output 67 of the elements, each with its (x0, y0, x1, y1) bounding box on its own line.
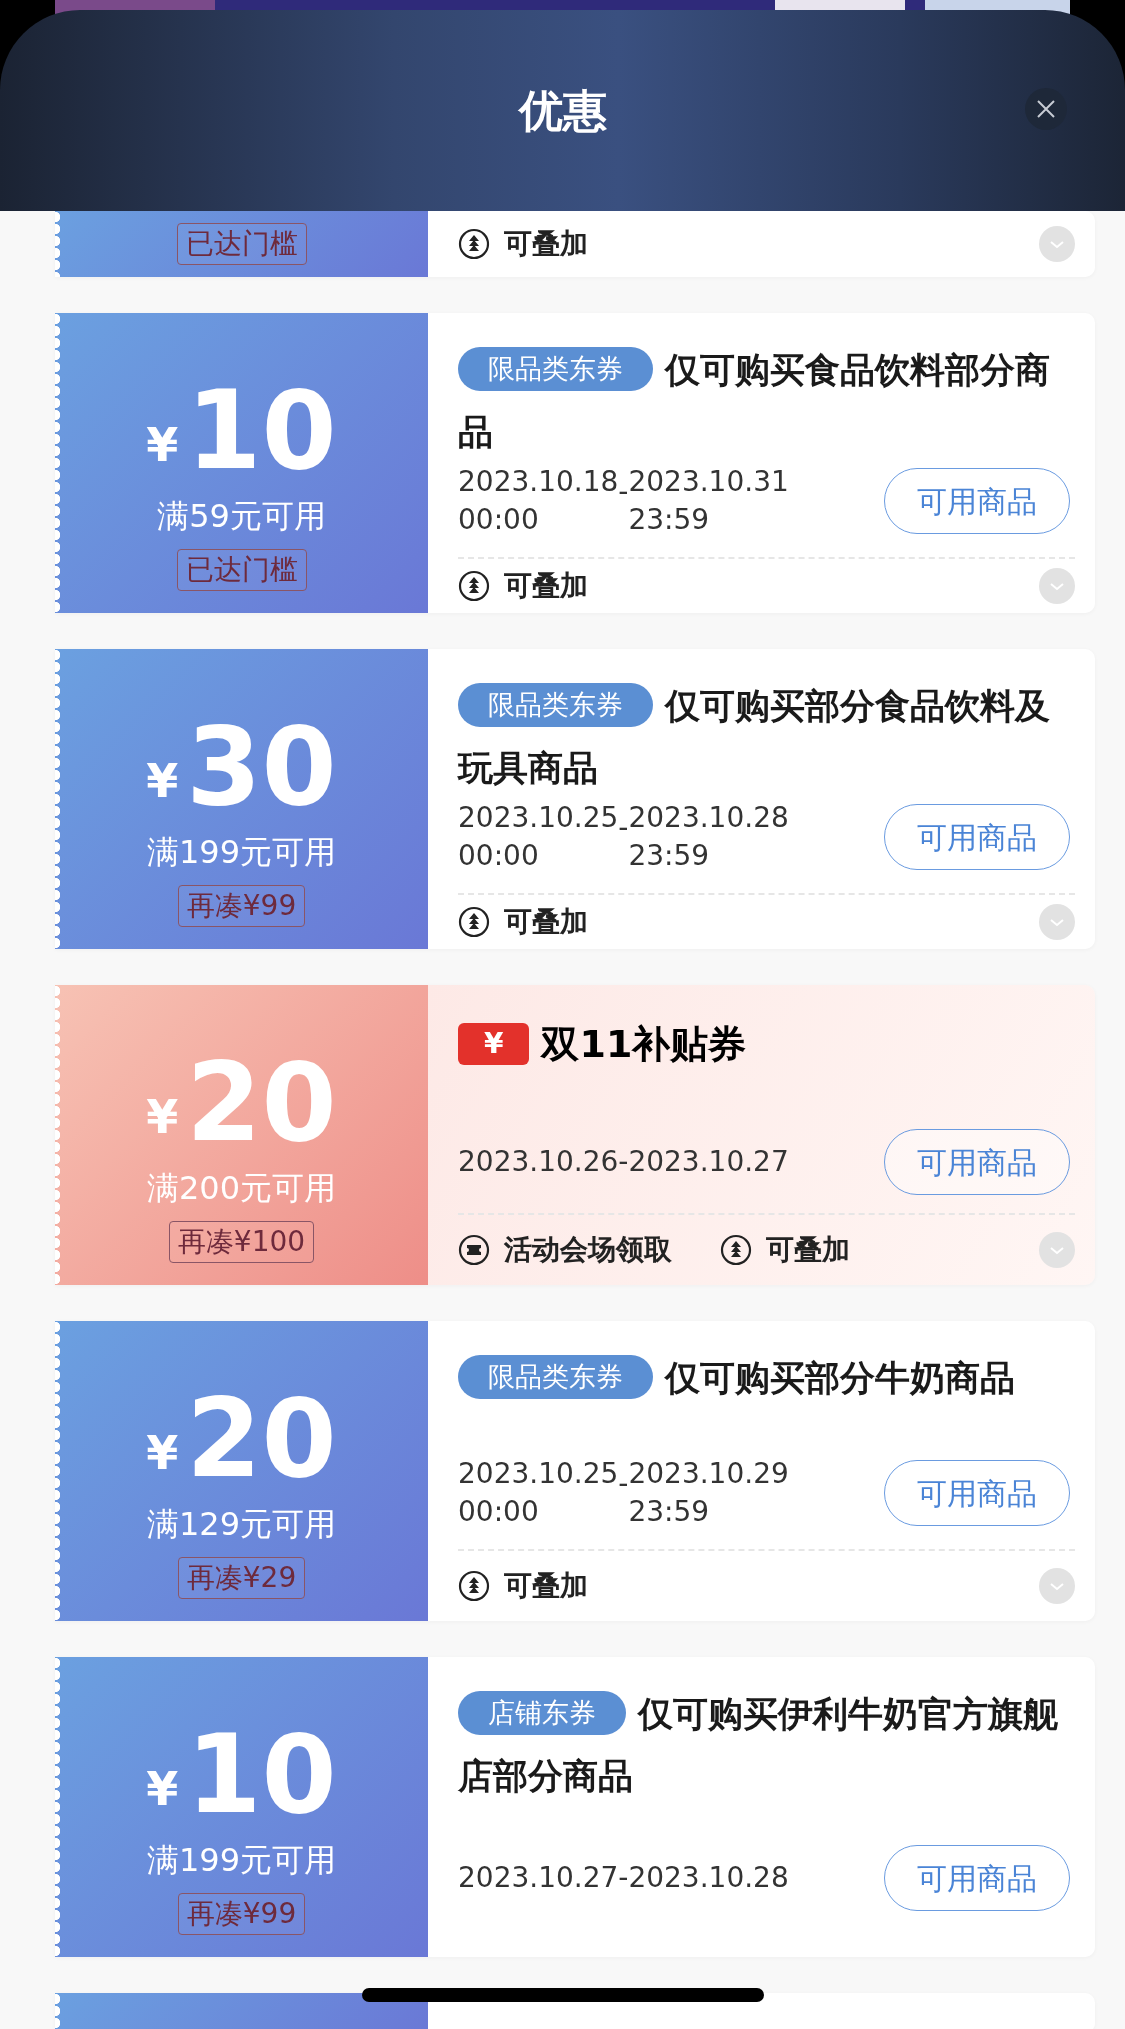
coupon-title: 限品类东券 仅可购买食品饮料部分商品 (458, 339, 1070, 463)
date-separator: - (618, 810, 629, 846)
close-icon (1035, 98, 1057, 120)
end-date: 2023.10.28 23:59 (628, 800, 789, 874)
valid-dates: 2023.10.27-2023.10.28 (458, 1860, 789, 1896)
feature-label: 可叠加 (504, 1568, 588, 1604)
sheet-title: 优惠 (518, 83, 607, 138)
date-separator: - (618, 1466, 629, 1502)
feature-label: 可叠加 (504, 568, 588, 604)
available-products-button[interactable]: 可用商品 (884, 804, 1070, 870)
usage-condition: 满199元可用 (146, 1840, 337, 1881)
coupon-title: 店铺东券 仅可购买伊利牛奶官方旗舰店部分商品 (458, 1683, 1070, 1807)
start-date: 2023.10.25 00:00 (458, 800, 619, 874)
threshold-badge: 再凑¥29 (177, 1557, 306, 1599)
stack-icon (458, 1570, 490, 1602)
stack-icon (458, 228, 490, 260)
currency-symbol: ¥ (146, 1089, 179, 1146)
coupon-amount: 30 (186, 713, 337, 821)
usage-condition: 满199元可用 (146, 832, 337, 873)
currency-symbol: ¥ (146, 417, 179, 474)
available-products-button[interactable]: 可用商品 (884, 1845, 1070, 1911)
available-products-button[interactable]: 可用商品 (884, 1460, 1070, 1526)
coupon-tag: 限品类东券 (458, 1355, 653, 1399)
end-date: 2023.10.31 23:59 (628, 464, 789, 538)
threshold-badge: 再凑¥99 (177, 885, 306, 927)
coupon-amount: 20 (186, 1385, 337, 1493)
coupon-tag: 限品类东券 (458, 683, 653, 727)
stack-icon (458, 906, 490, 938)
expand-icon[interactable] (1039, 568, 1075, 604)
feature-label: 可叠加 (504, 904, 588, 940)
usage-condition: 满59元可用 (157, 496, 326, 537)
start-date: 2023.10.25 00:00 (458, 1456, 619, 1530)
threshold-badge: 再凑¥99 (177, 1893, 306, 1935)
usage-condition: 满129元可用 (146, 1504, 337, 1545)
expand-icon[interactable] (1039, 904, 1075, 940)
threshold-badge: 已达门槛 (176, 223, 307, 265)
start-date: 2023.10.18 00:00 (458, 464, 619, 538)
valid-dates: 2023.10.26-2023.10.27 (458, 1144, 789, 1180)
available-products-button[interactable]: 可用商品 (884, 1129, 1070, 1195)
coupon-amount: 10 (186, 1721, 337, 1829)
ticket-logo: ¥ (458, 1023, 530, 1065)
coupon-tag: 限品类东券 (458, 347, 653, 391)
coupon-amount: 10 (186, 377, 337, 485)
currency-symbol: ¥ (146, 1425, 179, 1482)
feature-label: 可叠加 (504, 226, 588, 262)
coupon-amount: 20 (186, 1049, 337, 1157)
end-date: 2023.10.29 23:59 (628, 1456, 789, 1530)
feature-label: 可叠加 (766, 1232, 850, 1268)
close-button[interactable] (1025, 88, 1067, 130)
currency-symbol: ¥ (146, 1761, 179, 1818)
usage-condition: 满200元可用 (146, 1168, 337, 1209)
date-separator: - (618, 474, 629, 510)
coupon-title: 限品类东券 仅可购买部分牛奶商品 (458, 1347, 1070, 1409)
promo-title: 双11补贴券 (541, 1021, 747, 1068)
stack-icon (720, 1234, 752, 1266)
coupon-tag: 店铺东券 (458, 1691, 626, 1735)
expand-icon[interactable] (1039, 1568, 1075, 1604)
expand-icon[interactable] (1039, 226, 1075, 262)
available-products-button[interactable]: 可用商品 (884, 468, 1070, 534)
feature-label: 活动会场领取 (504, 1232, 672, 1268)
ticket-icon (458, 1234, 490, 1266)
threshold-badge: 再凑¥100 (168, 1221, 315, 1263)
threshold-badge: 已达门槛 (176, 549, 307, 591)
currency-symbol: ¥ (146, 753, 179, 810)
expand-icon[interactable] (1039, 1232, 1075, 1268)
stack-icon (458, 570, 490, 602)
coupon-title: 限品类东券 仅可购买部分食品饮料及玩具商品 (458, 675, 1070, 799)
